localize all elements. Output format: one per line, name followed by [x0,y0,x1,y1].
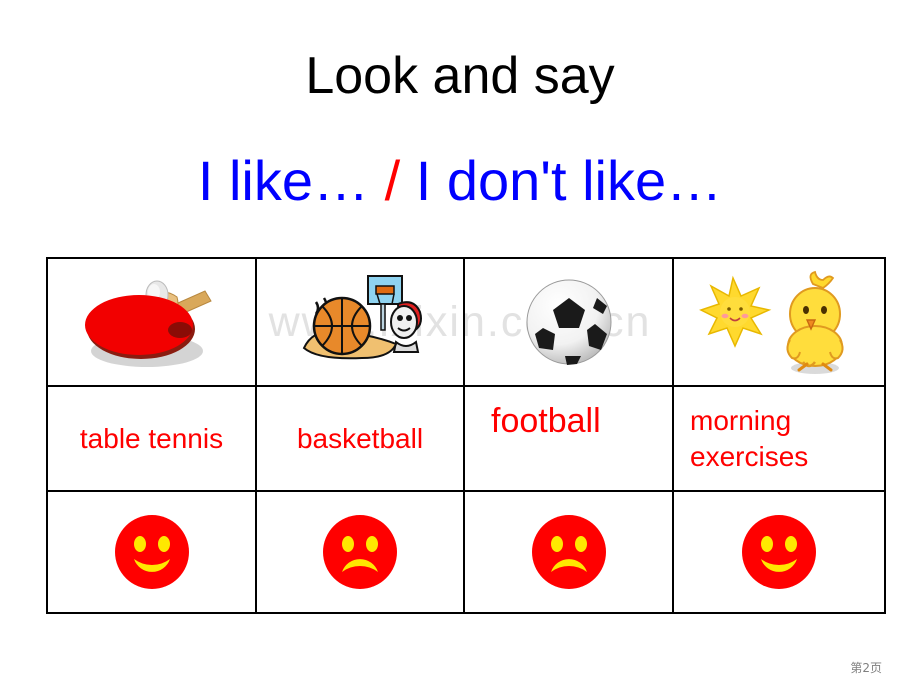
happy-face-icon [674,492,884,612]
label-text: football [491,402,601,440]
label-text: morning exercises [690,404,809,472]
label-cell-basketball[interactable]: basketball [255,385,465,492]
face-cell-basketball[interactable] [255,490,465,614]
face-cell-morning-exercises[interactable] [672,490,886,614]
happy-face-icon [48,492,255,612]
happy-face-glyph [742,515,816,589]
page-number: 第2页 [850,661,882,675]
label-text: basketball [296,422,424,454]
happy-face-glyph [114,515,189,589]
page-subtitle: I like… / I don't like… [0,148,920,214]
sad-face-glyph [531,515,606,589]
sun-icon [699,275,772,348]
sad-face-glyph [323,515,397,589]
label-cell-morning-exercises[interactable]: morning exercises [672,385,886,492]
table-row-pictures [46,257,886,387]
picture-cell-basketball[interactable] [255,257,465,387]
picture-cell-morning-exercises[interactable] [672,257,886,387]
sun-and-chick-clipart [674,259,884,385]
soccer-ball-clipart [465,259,672,385]
face-cell-table-tennis[interactable] [46,490,257,614]
table-row-faces [46,490,886,614]
slide-canvas: www.ixixin.com.cn Look and say I like… /… [0,0,920,690]
chick-icon [786,270,844,374]
vocabulary-table: table tennis basketball football morning… [46,257,886,614]
sad-face-icon [257,492,463,612]
table-tennis-paddle-icon [84,280,212,367]
subtitle-like-phrase: I like… [197,149,370,212]
subtitle-slash: / [384,149,401,212]
soccer-ball-icon [526,279,611,365]
picture-cell-table-tennis[interactable] [46,257,257,387]
face-cell-football[interactable] [463,490,674,614]
basketball-hoop-player-clipart [257,259,463,385]
table-row-labels: table tennis basketball football morning… [46,385,886,492]
label-text: table tennis [79,422,224,454]
label-cell-football[interactable]: football [463,385,674,492]
label-cell-table-tennis[interactable]: table tennis [46,385,257,492]
picture-cell-football[interactable] [463,257,674,387]
sun-and-chick-icon [699,270,844,374]
sad-face-icon [465,492,672,612]
table-tennis-paddle-clipart [48,259,255,385]
page-title: Look and say [305,47,615,105]
basketball-scene-icon [302,275,422,360]
subtitle-dont-like-phrase: I don't like… [415,149,723,212]
